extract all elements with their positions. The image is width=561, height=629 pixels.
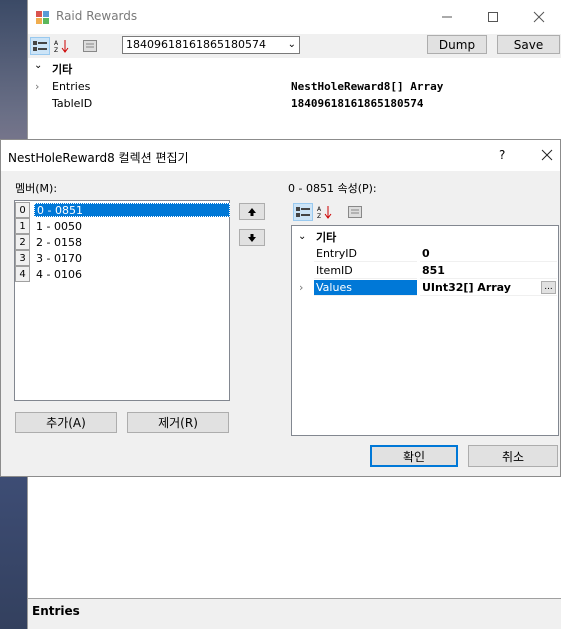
list-item[interactable]: 3 3 - 0170 [15,250,230,266]
property-row-tableid[interactable]: TableID 18409618161865180574 [28,95,561,112]
add-button[interactable]: 추가(A) [15,412,117,433]
svg-text:Z: Z [54,47,58,53]
property-row-entries[interactable]: › Entries NestHoleReward8[] Array [28,78,561,95]
member-index: 0 [15,202,30,218]
property-value[interactable]: 851 [420,263,557,279]
property-name: Values [314,279,417,296]
window-title: Raid Rewards [56,9,138,23]
dialog-close-button[interactable] [541,149,553,164]
property-row-entryid[interactable]: EntryID 0 [292,245,557,262]
seed-combo-value: 18409618161865180574 [126,38,266,51]
list-item[interactable]: 4 4 - 0106 [15,266,230,282]
property-pages-button[interactable] [80,37,100,55]
expand-chevron-icon[interactable]: › [35,80,39,93]
cancel-button[interactable]: 취소 [468,445,558,467]
category-row[interactable]: ⌄ 기타 [292,228,557,245]
property-row-values[interactable]: › Values UInt32[] Array ... [292,279,557,296]
property-value[interactable]: NestHoleReward8[] Array [291,80,443,93]
property-pages-icon [83,40,97,52]
minimize-button[interactable] [424,0,470,34]
description-title: Entries [32,604,80,618]
collapse-chevron-icon[interactable]: ⌄ [34,60,42,71]
members-listbox[interactable]: 0 0 - 0851 1 1 - 0050 2 2 - 0158 3 3 - 0… [14,200,230,401]
category-label: 기타 [52,62,73,76]
property-name: ItemID [314,263,417,279]
category-row[interactable]: ⌄ 기타 [28,60,561,77]
property-grid-toolbar: AZ 18409618161865180574 ⌄ Dump Save [28,34,561,58]
remove-button[interactable]: 제거(R) [127,412,229,433]
maximize-icon [488,12,498,22]
maximize-button[interactable] [470,0,516,34]
arrow-up-icon [248,207,256,216]
property-row-itemid[interactable]: ItemID 851 [292,262,557,279]
property-pages-button[interactable] [345,203,365,221]
ellipsis-button[interactable]: ... [541,281,556,294]
member-index: 4 [15,266,30,282]
member-index: 1 [15,218,30,234]
categorized-view-button[interactable] [293,203,313,221]
move-down-button[interactable] [239,229,265,246]
save-button[interactable]: Save [497,35,560,54]
close-button[interactable] [516,0,561,34]
arrow-down-icon [248,233,256,242]
minimize-icon [442,16,452,18]
category-label: 기타 [316,230,337,244]
element-property-grid: ⌄ 기타 EntryID 0 ItemID 851 › Values UInt3… [291,225,559,436]
app-icon [36,11,49,24]
sort-az-icon: AZ [54,40,69,53]
property-value[interactable]: 18409618161865180574 [291,97,423,110]
list-item[interactable]: 1 1 - 0050 [15,218,230,234]
property-grid: ⌄ 기타 › Entries NestHoleReward8[] Array T… [28,60,561,110]
seed-combo[interactable]: 18409618161865180574 ⌄ [122,36,300,54]
move-up-button[interactable] [239,203,265,220]
svg-text:A: A [317,206,322,213]
categorized-icon [33,41,47,51]
chevron-down-icon: ⌄ [287,39,296,50]
dialog-title: NestHoleReward8 컬렉션 편집기 [8,151,189,165]
member-text: 1 - 0050 [36,219,82,233]
svg-text:A: A [54,40,59,47]
alphabetical-view-button[interactable]: AZ [315,203,335,221]
members-label: 멤버(M): [15,182,58,195]
collapse-chevron-icon[interactable]: ⌄ [298,231,306,242]
categorized-view-button[interactable] [30,37,50,55]
alphabetical-view-button[interactable]: AZ [52,37,72,55]
close-icon [541,149,553,161]
member-text: 2 - 0158 [36,235,82,249]
property-name: TableID [52,97,93,110]
list-item[interactable]: 0 0 - 0851 [15,202,230,218]
property-name: Entries [52,80,91,93]
expand-chevron-icon[interactable]: › [299,281,303,294]
property-pages-icon [348,206,362,218]
categorized-icon [296,207,310,217]
collection-editor-dialog: NestHoleReward8 컬렉션 편집기 ? 멤버(M): 0 - 085… [0,139,561,477]
svg-text:Z: Z [317,213,321,219]
close-icon [533,11,545,23]
ok-button[interactable]: 확인 [370,445,458,467]
help-button[interactable]: ? [499,148,505,162]
property-value[interactable]: 0 [420,246,557,262]
title-bar[interactable]: Raid Rewards [28,0,561,34]
member-text: 4 - 0106 [36,267,82,281]
member-text: 0 - 0851 [34,203,230,217]
dialog-title-bar[interactable]: NestHoleReward8 컬렉션 편집기 ? [1,140,560,171]
dump-button[interactable]: Dump [427,35,487,54]
description-pane: Entries [28,599,561,629]
properties-label: 0 - 0851 속성(P): [288,182,377,195]
member-index: 3 [15,250,30,266]
sort-az-icon: AZ [317,206,332,219]
member-index: 2 [15,234,30,250]
property-name: EntryID [314,246,417,262]
member-text: 3 - 0170 [36,251,82,265]
list-item[interactable]: 2 2 - 0158 [15,234,230,250]
property-value[interactable]: UInt32[] Array [420,280,557,296]
